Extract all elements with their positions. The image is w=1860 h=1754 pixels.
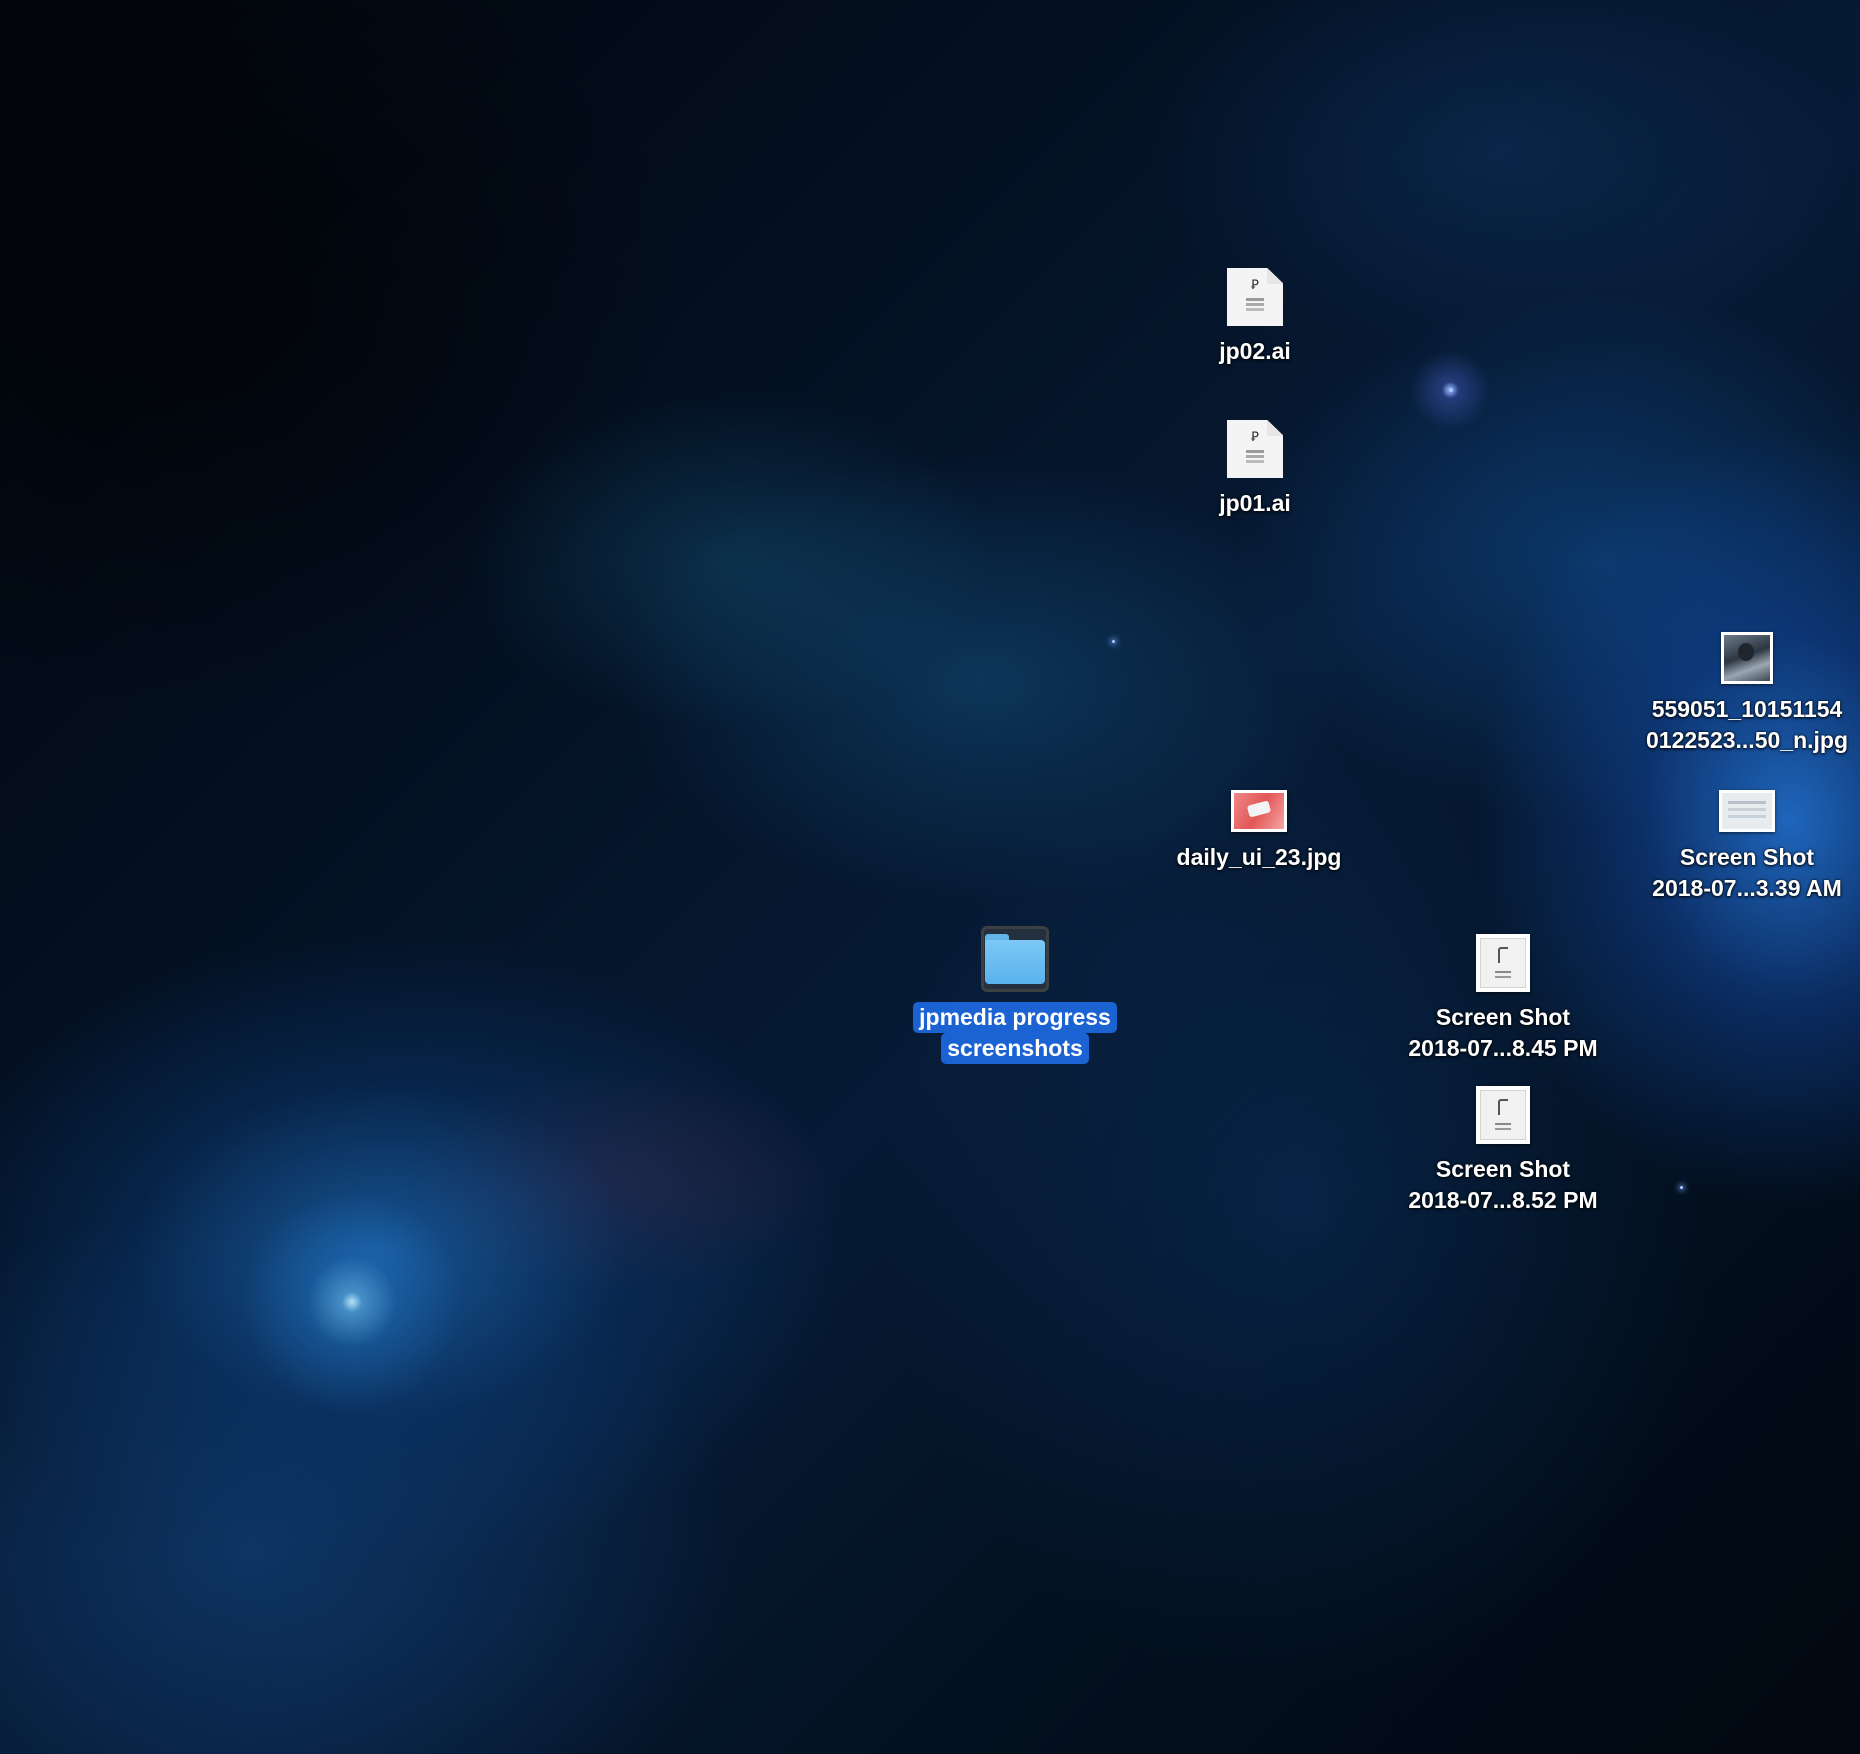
icon-label-line: 2018-07...8.45 PM	[1408, 1035, 1598, 1061]
star	[1112, 640, 1115, 643]
illustrator-document-icon: Ꝑ	[1227, 268, 1283, 326]
icon-label-line: Screen Shot	[1435, 1004, 1571, 1030]
thumbnail	[1231, 764, 1287, 832]
icon-label-line: 0122523...50_n.jpg	[1645, 727, 1848, 753]
desktop-icon-screenshot-852pm[interactable]: Screen Shot 2018-07...8.52 PM	[1383, 1076, 1623, 1216]
thumbnail	[1476, 924, 1530, 992]
icon-label-line: 2018-07...3.39 AM	[1652, 875, 1842, 901]
icon-label: jp01.ai	[1213, 488, 1297, 519]
desktop-icon-folder-jpmedia[interactable]: jpmedia progress screenshots	[895, 924, 1135, 1064]
selection-frame	[981, 926, 1049, 992]
desktop-icon-photo-jpg[interactable]: 559051_10151154 0122523...50_n.jpg	[1627, 616, 1860, 756]
star	[1449, 388, 1453, 392]
thumbnail	[981, 924, 1049, 992]
icon-label: jpmedia progress screenshots	[913, 1002, 1117, 1064]
icon-label: Screen Shot 2018-07...8.52 PM	[1402, 1154, 1603, 1216]
folder-icon	[985, 934, 1045, 984]
icon-label: daily_ui_23.jpg	[1171, 842, 1348, 873]
screenshot-thumbnail-icon	[1476, 1086, 1530, 1144]
desktop-icon-jp02-ai[interactable]: Ꝑ jp02.ai	[1135, 258, 1375, 367]
screenshot-thumbnail-icon	[1476, 934, 1530, 992]
logo-mark-icon: Ꝑ	[1251, 278, 1259, 293]
icon-label-line: jp01.ai	[1219, 490, 1291, 516]
icon-label-line: 2018-07...8.52 PM	[1408, 1187, 1598, 1213]
thumbnail	[1476, 1076, 1530, 1144]
icon-label: 559051_10151154 0122523...50_n.jpg	[1640, 694, 1854, 756]
icon-label-line: Screen Shot	[1435, 1156, 1571, 1182]
icon-label-line: Screen Shot	[1679, 844, 1815, 870]
icon-label-line: 559051_10151154	[1651, 696, 1843, 722]
icon-label: Screen Shot 2018-07...8.45 PM	[1402, 1002, 1603, 1064]
icon-label-line: daily_ui_23.jpg	[1176, 844, 1342, 870]
desktop-icon-screenshot-845pm[interactable]: Screen Shot 2018-07...8.45 PM	[1383, 924, 1623, 1064]
icon-label-line: jpmedia progress	[913, 1002, 1117, 1033]
star	[1680, 1186, 1683, 1189]
icon-label-line: jp02.ai	[1219, 338, 1291, 364]
image-thumbnail-icon	[1231, 790, 1287, 832]
document-lines-icon	[1246, 298, 1264, 301]
icon-label-line: screenshots	[941, 1033, 1089, 1064]
desktop-icon-jp01-ai[interactable]: Ꝑ jp01.ai	[1135, 410, 1375, 519]
thumbnail	[1721, 616, 1773, 684]
photo-thumbnail-icon	[1721, 632, 1773, 684]
desktop-icon-screenshot-339am[interactable]: Screen Shot 2018-07...3.39 AM	[1627, 764, 1860, 904]
logo-mark-icon: Ꝑ	[1251, 430, 1259, 445]
icon-label: Screen Shot 2018-07...3.39 AM	[1646, 842, 1848, 904]
nebula-wallpaper	[0, 0, 1860, 1754]
thumbnail: Ꝑ	[1227, 258, 1283, 326]
thumbnail	[1719, 764, 1775, 832]
screenshot-thumbnail-icon	[1719, 790, 1775, 832]
desktop-icon-daily-ui-23[interactable]: daily_ui_23.jpg	[1139, 764, 1379, 873]
document-lines-icon	[1246, 450, 1264, 453]
illustrator-document-icon: Ꝑ	[1227, 420, 1283, 478]
icon-label: jp02.ai	[1213, 336, 1297, 367]
desktop[interactable]: Ꝑ jp02.ai Ꝑ jp01.ai 559051_10151154 0122…	[0, 0, 1860, 1754]
thumbnail: Ꝑ	[1227, 410, 1283, 478]
